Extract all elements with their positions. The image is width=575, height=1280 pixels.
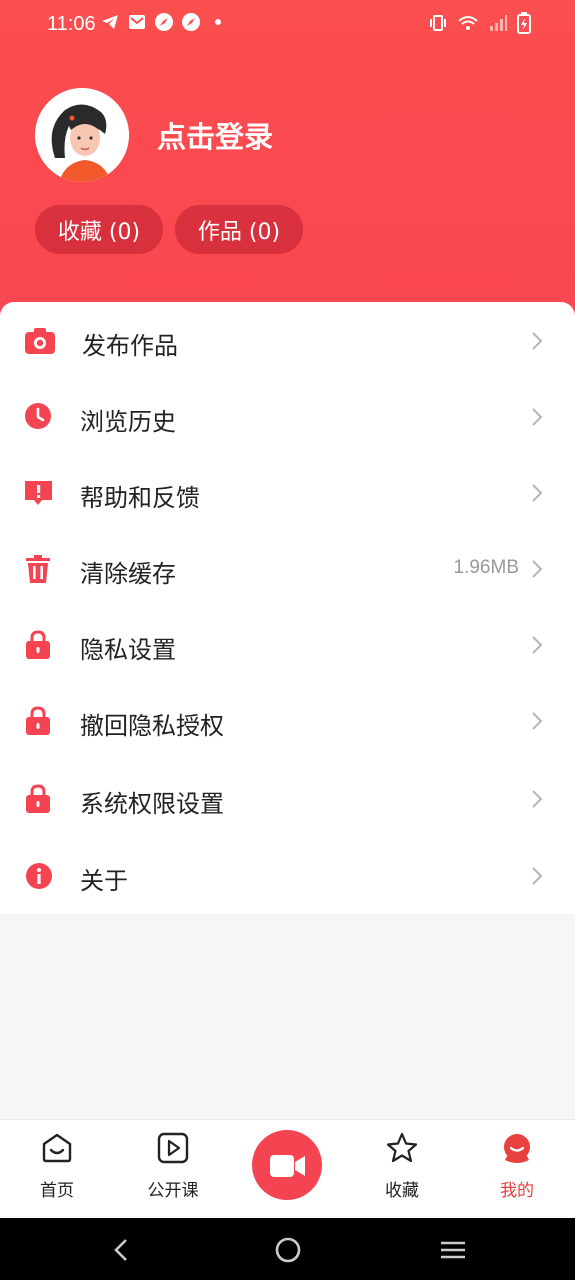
chevron-right-icon [531, 866, 543, 886]
menu-item-label: 发布作品 [82, 332, 178, 360]
status-time: 11:06 [47, 13, 96, 35]
menu-item-help-feedback[interactable]: 帮助和反馈 [0, 456, 575, 532]
menu-item-privacy-settings[interactable]: 隐私设置 [0, 608, 575, 684]
signal-icon [488, 13, 508, 38]
cache-size: 1.96MB [453, 557, 519, 578]
status-bar: 11:06 [0, 0, 575, 48]
lock-icon [24, 784, 54, 814]
menu-item-label: 帮助和反馈 [80, 484, 200, 512]
home-icon [41, 1132, 73, 1164]
chevron-right-icon [531, 711, 543, 731]
notification-icons [100, 12, 228, 32]
compass-icon [181, 12, 201, 32]
nav-label: 收藏 [385, 1181, 419, 1201]
menu-item-about[interactable]: 关于 [0, 839, 575, 915]
menu-item-history[interactable]: 浏览历史 [0, 380, 575, 456]
chevron-right-icon [531, 789, 543, 809]
back-icon[interactable] [112, 1238, 132, 1266]
login-prompt[interactable]: 点击登录 [157, 114, 273, 156]
chevron-right-icon [531, 559, 543, 579]
favorites-count-button[interactable]: 收藏 (0) [35, 205, 163, 254]
bottom-navigation: 首页 公开课 收藏 我的 [0, 1119, 575, 1219]
info-icon [24, 861, 54, 891]
wifi-icon [457, 13, 479, 38]
avatar[interactable] [35, 88, 129, 182]
trash-icon [24, 554, 54, 584]
profile-face-icon [501, 1132, 533, 1164]
record-video-button[interactable] [252, 1130, 322, 1200]
works-count-button[interactable]: 作品 (0) [175, 205, 303, 254]
nav-open-course[interactable]: 公开课 [123, 1120, 223, 1219]
settings-menu: 发布作品 浏览历史 帮助和反馈 清除缓存 1.96MB 隐私设置 撤回隐私授权 … [0, 302, 575, 914]
menu-item-label: 关于 [80, 867, 128, 895]
menu-item-system-permissions[interactable]: 系统权限设置 [0, 762, 575, 838]
video-camera-icon [269, 1152, 307, 1184]
camera-icon [24, 326, 55, 356]
menu-item-publish[interactable]: 发布作品 [0, 304, 575, 380]
nav-home[interactable]: 首页 [7, 1120, 107, 1219]
chevron-right-icon [531, 635, 543, 655]
clock-icon [24, 402, 54, 432]
lock-icon [24, 630, 54, 660]
nav-label: 首页 [40, 1181, 74, 1201]
battery-icon [517, 12, 531, 39]
system-status-icons [428, 12, 531, 39]
chevron-right-icon [531, 483, 543, 503]
home-circle-icon[interactable] [275, 1237, 301, 1267]
nav-label: 公开课 [147, 1181, 199, 1201]
menu-item-label: 清除缓存 [80, 560, 176, 588]
mail-icon [127, 12, 147, 32]
menu-item-revoke-privacy[interactable]: 撤回隐私授权 [0, 684, 575, 760]
chevron-right-icon [531, 407, 543, 427]
menu-item-label: 撤回隐私授权 [80, 712, 224, 740]
feedback-icon [24, 478, 54, 508]
vibrate-icon [428, 13, 448, 38]
compass-icon [154, 12, 174, 32]
menu-item-label: 系统权限设置 [80, 790, 224, 818]
play-icon [157, 1132, 189, 1164]
profile-header: 11:06 点击登录 收藏 (0) 作品 (0) [0, 0, 575, 330]
lock-icon [24, 706, 54, 736]
recents-menu-icon[interactable] [439, 1240, 467, 1264]
star-icon [386, 1132, 418, 1164]
menu-item-clear-cache[interactable]: 清除缓存 1.96MB [0, 532, 575, 608]
nav-label: 我的 [500, 1181, 534, 1201]
dot-icon [208, 12, 228, 32]
nav-favorites[interactable]: 收藏 [352, 1120, 452, 1219]
system-nav-bar [0, 1218, 575, 1280]
chevron-right-icon [531, 331, 543, 351]
menu-item-label: 浏览历史 [80, 408, 176, 436]
nav-mine[interactable]: 我的 [467, 1120, 567, 1219]
menu-item-label: 隐私设置 [80, 636, 176, 664]
telegram-icon [100, 12, 120, 32]
